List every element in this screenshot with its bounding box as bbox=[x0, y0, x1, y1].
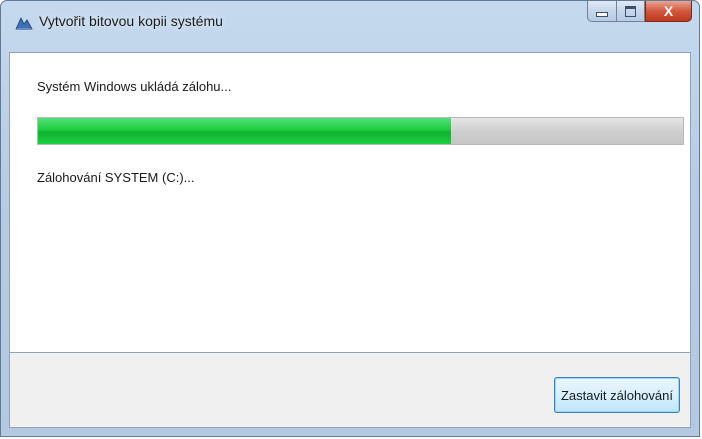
maximize-button[interactable] bbox=[616, 1, 645, 22]
content-area: Systém Windows ukládá zálohu... Zálohová… bbox=[9, 52, 691, 353]
close-button[interactable]: X bbox=[645, 1, 692, 22]
status-text: Systém Windows ukládá zálohu... bbox=[37, 79, 232, 94]
progress-detail-text: Zálohování SYSTEM (C:)... bbox=[37, 170, 195, 185]
caption-buttons: X bbox=[587, 1, 692, 22]
backup-dialog-window: Vytvořit bitovou kopii systému X Systém … bbox=[0, 0, 700, 437]
progress-bar-fill bbox=[38, 118, 451, 144]
progress-bar bbox=[37, 117, 684, 145]
minimize-icon bbox=[596, 12, 608, 17]
minimize-button[interactable] bbox=[587, 1, 616, 22]
maximize-icon bbox=[625, 5, 636, 17]
title-bar[interactable]: Vytvořit bitovou kopii systému X bbox=[1, 1, 699, 41]
close-icon: X bbox=[663, 3, 674, 19]
stop-backup-button[interactable]: Zastavit zálohování bbox=[553, 377, 680, 413]
window-title: Vytvořit bitovou kopii systému bbox=[39, 13, 223, 29]
dialog-footer: Zastavit zálohování bbox=[9, 353, 691, 428]
backup-app-icon bbox=[15, 15, 33, 31]
